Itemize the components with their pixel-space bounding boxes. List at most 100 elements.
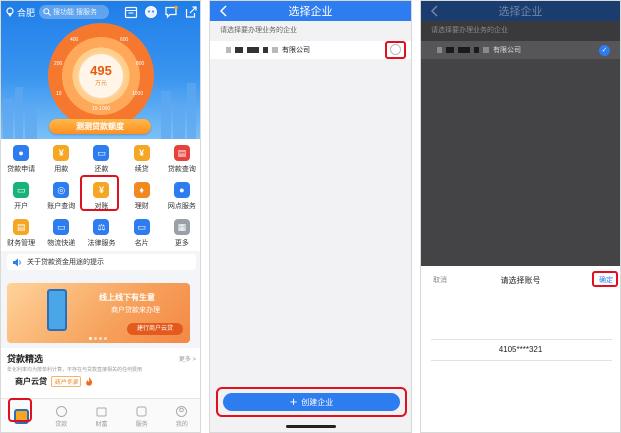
company-row[interactable]: 有限公司 ✓ — [421, 41, 620, 59]
service-item-label: 财务管理 — [7, 240, 36, 247]
plus-icon: + — [289, 394, 298, 409]
service-item[interactable]: ¥ 用款 — [41, 141, 81, 178]
tab-label: 贷款 — [55, 422, 68, 428]
service-item[interactable]: ▤ 财务管理 — [1, 215, 41, 252]
notice-bar[interactable]: 关于贷款资金用途的提示 — [7, 254, 196, 270]
page-subtitle: 请选择要办理业务的企业 — [220, 27, 297, 34]
select-company-screen: 选择企业 请选择要办理业务的企业 有限公司 + 创建企业 — [209, 0, 412, 433]
service-item-label: 还款 — [94, 166, 109, 173]
highlight-reconcile — [80, 175, 119, 211]
search-input[interactable]: 搜功能 搜服务 — [39, 5, 110, 19]
sheet-title: 请选择账号 — [500, 275, 541, 285]
calendar-icon[interactable] — [124, 5, 138, 19]
robot-assistant-icon[interactable] — [144, 5, 158, 19]
service-item-label: 贷款查询 — [167, 166, 196, 173]
gauge-tick: 800 — [136, 61, 145, 67]
service-item[interactable]: ◎ 账户查询 — [41, 178, 81, 215]
service-item-label: 网点服务 — [167, 203, 196, 210]
confirm-button[interactable]: 确定 — [599, 275, 613, 285]
loan-product-row[interactable]: 商户云贷 商户专享 — [1, 374, 200, 389]
service-item[interactable]: ▭ 名片 — [122, 215, 162, 252]
tab-loan[interactable]: 贷款 — [41, 399, 81, 432]
message-icon[interactable] — [164, 5, 178, 19]
service-item-label: 开户 — [14, 203, 29, 210]
header-area: 合肥 搜功能 搜服务 10 200 400 600 800 1000 495 万… — [1, 1, 200, 139]
account-picker-wheel[interactable]: 4105****321 — [421, 296, 620, 426]
loan-tab-icon — [55, 406, 67, 417]
service-item[interactable]: ⚖ 法律服务 — [81, 215, 121, 252]
search-icon — [43, 8, 51, 16]
account-option[interactable]: 4105****321 — [421, 345, 620, 354]
picker-divider — [431, 360, 612, 361]
tab-service[interactable]: 服务 — [122, 399, 162, 432]
service-item-label: 理财 — [134, 203, 149, 210]
service-item[interactable]: ● 贷款申请 — [1, 141, 41, 178]
company-name: 有限公司 — [282, 47, 310, 54]
city-label: 合肥 — [17, 7, 36, 18]
service-item[interactable]: ▭ 物流快递 — [41, 215, 81, 252]
nav-bar: 选择企业 — [210, 1, 411, 21]
location-icon — [6, 7, 14, 17]
gauge-center: 495 万元 — [77, 52, 125, 100]
promo-banner[interactable]: 线上线下有生意 商户贷款来办理 建行商户云贷 — [7, 283, 190, 343]
service-item-label: 用款 — [54, 166, 69, 173]
service-item[interactable]: ▭ 还款 — [81, 141, 121, 178]
service-item[interactable]: ▦ 更多 — [162, 215, 200, 252]
service-item[interactable]: ¥ 续贷 — [122, 141, 162, 178]
service-item-label: 续贷 — [134, 166, 149, 173]
service-item[interactable]: ♦ 理财 — [122, 178, 162, 215]
finance-doc-icon: ▤ — [13, 219, 30, 235]
profile-tab-icon — [176, 406, 188, 417]
tab-mine[interactable]: 我的 — [162, 399, 200, 432]
service-item-label: 法律服务 — [87, 240, 116, 247]
dimmed-overlay[interactable]: 选择企业 请选择要办理业务的企业 有限公司 ✓ — [421, 1, 620, 266]
service-item-label: 账户查询 — [47, 203, 76, 210]
service-item-label: 物流快递 — [47, 240, 76, 247]
speaker-icon — [13, 258, 21, 266]
banner-line2: 商户贷款来办理 — [111, 307, 160, 314]
sheet-header: 取消 请选择账号 确定 — [421, 266, 620, 294]
create-company-button[interactable]: + 创建企业 — [223, 393, 400, 411]
yen-cycle-icon: ¥ — [133, 145, 150, 161]
back-arrow-icon[interactable] — [218, 4, 230, 18]
search-placeholder: 搜功能 搜服务 — [53, 9, 97, 16]
banner-button[interactable]: 建行商户云贷 — [127, 323, 183, 335]
loan-product-tag: 商户专享 — [51, 376, 82, 387]
loan-gauge: 10 200 400 600 800 1000 495 万元 10-1000 — [48, 23, 154, 129]
gauge-tick: 1000 — [132, 91, 144, 97]
gauge-range: 10-1000 — [91, 106, 111, 112]
yen-coin-icon: ¥ — [53, 145, 70, 161]
phone-illustration — [47, 289, 67, 331]
top-bar: 合肥 搜功能 搜服务 — [1, 1, 200, 23]
gavel-icon: ⚖ — [93, 219, 110, 235]
loans-description: 年化利率均为按单利计算，不存在与贷款直接相关的任何费用 — [7, 367, 143, 373]
location-pin-icon: ● — [173, 182, 190, 198]
page-title: 选择企业 — [288, 6, 333, 18]
notice-text: 关于贷款资金用途的提示 — [27, 259, 104, 266]
home-screen: 合肥 搜功能 搜服务 10 200 400 600 800 1000 495 万… — [0, 0, 201, 433]
loans-title: 贷款精选 — [7, 354, 44, 364]
loan-product-name: 商户云贷 — [15, 377, 47, 386]
company-row[interactable]: 有限公司 — [210, 41, 411, 59]
checked-icon[interactable]: ✓ — [599, 45, 610, 56]
nav-bar: 选择企业 — [421, 1, 620, 21]
service-item-label: 更多 — [174, 240, 189, 247]
tab-wealth[interactable]: 财富 — [81, 399, 121, 432]
service-item-label: 名片 — [134, 240, 149, 247]
share-icon[interactable] — [184, 5, 198, 19]
service-item[interactable]: ▤ 贷款查询 — [162, 141, 200, 178]
user-loan-icon: ● — [13, 145, 30, 161]
business-card-icon: ▭ — [133, 219, 150, 235]
highlight-create: + 创建企业 — [216, 387, 407, 417]
page-title: 选择企业 — [498, 6, 543, 18]
service-item[interactable]: ● 网点服务 — [162, 178, 200, 215]
back-arrow-icon[interactable] — [429, 4, 441, 18]
banner-line1: 线上线下有生意 — [99, 293, 155, 302]
estimate-credit-button[interactable]: 测测贷款额度 — [49, 119, 151, 134]
loan-picks: 贷款精选 更多 > 年化利率均为按单利计算，不存在与贷款直接相关的任何费用 商户… — [1, 348, 200, 398]
select-account-screen: 选择企业 请选择要办理业务的企业 有限公司 ✓ 取消 请选择账号 确定 4105… — [420, 0, 621, 433]
city-selector[interactable]: 合肥 — [5, 6, 35, 19]
service-item[interactable]: ▭ 开户 — [1, 178, 41, 215]
cancel-button[interactable]: 取消 — [433, 275, 447, 285]
loans-more-link[interactable]: 更多 > — [179, 354, 196, 363]
